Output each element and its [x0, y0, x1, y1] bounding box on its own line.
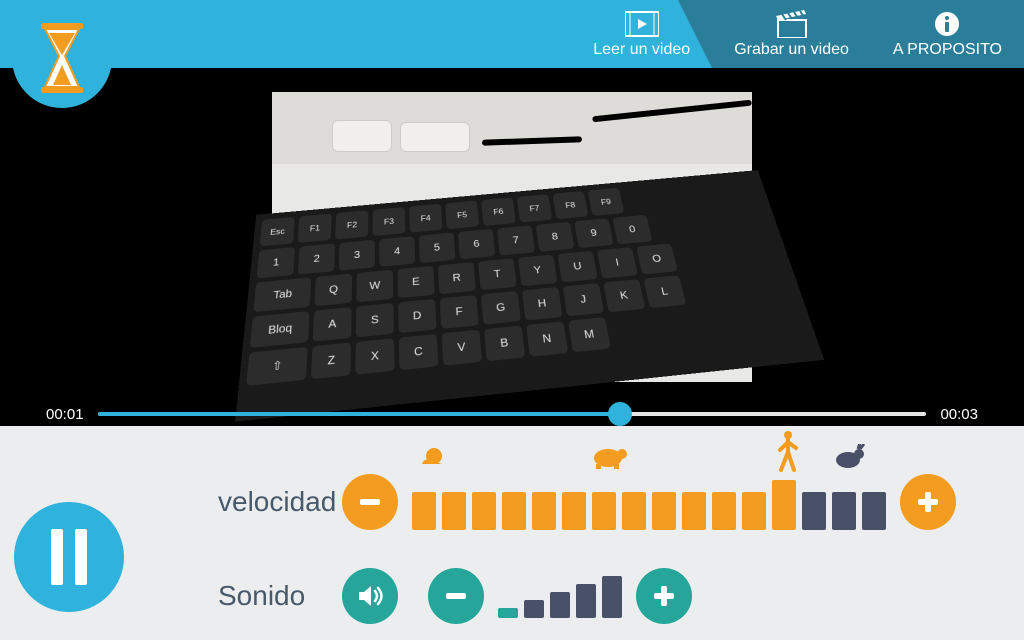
turtle-icon — [590, 444, 628, 475]
nav-label: A PROPOSITO — [893, 41, 1002, 59]
sound-toggle-button[interactable] — [342, 568, 398, 624]
current-time: 00:01 — [46, 406, 84, 423]
info-icon — [934, 9, 960, 39]
app-header: Leer un video Grabar un video A PROPOSIT… — [0, 0, 1024, 68]
sound-label: Sonido — [218, 582, 342, 610]
sound-meter[interactable] — [498, 574, 622, 618]
nav-label: Leer un video — [593, 41, 690, 59]
sound-decrease-button[interactable] — [428, 568, 484, 624]
walker-icon — [774, 430, 800, 477]
nav-label: Grabar un video — [734, 41, 849, 59]
clapper-icon — [776, 9, 808, 39]
seek-fill — [98, 412, 620, 416]
video-area: EscF1F2F3F4F5F6F7F8F9 1234567890 TabQWER… — [0, 68, 1024, 402]
speed-decrease-button[interactable] — [342, 474, 398, 530]
speed-label: velocidad — [218, 488, 342, 516]
controls-panel: velocidad Sonido — [0, 426, 1024, 640]
total-time: 00:03 — [940, 406, 978, 423]
video-thumbnail[interactable]: EscF1F2F3F4F5F6F7F8F9 1234567890 TabQWER… — [272, 92, 752, 382]
plus-icon — [913, 487, 943, 517]
hourglass-icon — [35, 23, 89, 93]
speed-meter[interactable] — [412, 474, 886, 530]
speaker-icon — [355, 581, 385, 611]
pause-button[interactable] — [14, 502, 124, 612]
seek-thumb[interactable] — [608, 402, 632, 426]
minus-icon — [355, 487, 385, 517]
seek-track[interactable] — [98, 412, 927, 416]
pause-icon — [51, 529, 63, 585]
plus-icon — [649, 581, 679, 611]
film-play-icon — [625, 9, 659, 39]
sound-increase-button[interactable] — [636, 568, 692, 624]
nav-about[interactable]: A PROPOSITO — [871, 0, 1024, 68]
snail-icon — [420, 444, 446, 471]
speed-increase-button[interactable] — [900, 474, 956, 530]
app-logo[interactable] — [12, 8, 112, 108]
pause-icon — [75, 529, 87, 585]
rabbit-icon — [832, 444, 866, 475]
minus-icon — [441, 581, 471, 611]
progress-bar-row: 00:01 00:03 — [0, 402, 1024, 426]
